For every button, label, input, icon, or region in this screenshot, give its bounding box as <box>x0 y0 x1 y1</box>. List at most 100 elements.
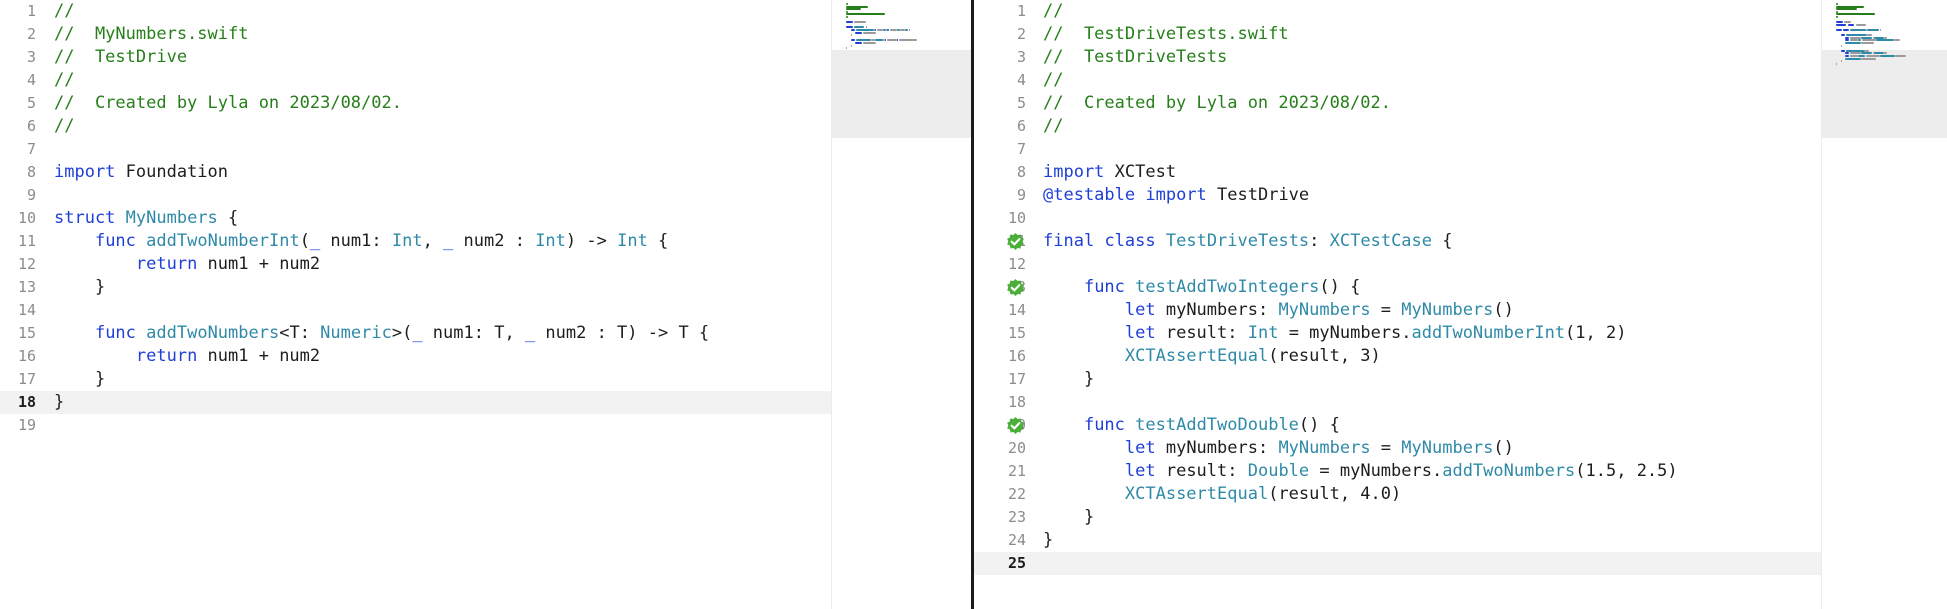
code-line[interactable]: 12 return num1 + num2 <box>0 253 831 276</box>
line-number: 8 <box>1016 163 1026 181</box>
code-line[interactable]: 1 // <box>0 0 831 23</box>
code-line[interactable]: 11final class TestDriveTests: XCTestCase… <box>974 230 1821 253</box>
minimap-code-mark <box>1861 42 1874 44</box>
code-line[interactable]: 5 // Created by Lyla on 2023/08/02. <box>974 92 1821 115</box>
code-line[interactable]: 21 let result: Double = myNumbers.addTwo… <box>974 460 1821 483</box>
code-token: () { <box>1319 277 1361 297</box>
code-token: (1.5, 2.5) <box>1575 461 1678 481</box>
minimap-code-mark <box>898 39 918 42</box>
code-line[interactable]: 25 <box>974 552 1821 575</box>
code-text: let result: Double = myNumbers.addTwoNum… <box>1043 460 1678 483</box>
code-line[interactable]: 18} <box>0 391 831 414</box>
code-line[interactable]: 4 // <box>974 69 1821 92</box>
code-line[interactable]: 12 <box>974 253 1821 276</box>
code-line[interactable]: 6 // <box>0 115 831 138</box>
code-line[interactable]: 9 <box>0 184 831 207</box>
code-line[interactable]: 5 // Created by Lyla on 2023/08/02. <box>0 92 831 115</box>
line-number: 6 <box>1016 117 1026 135</box>
code-line[interactable]: 2 // MyNumbers.swift <box>0 23 831 46</box>
minimap-code-mark <box>1836 62 1838 65</box>
code-line[interactable]: 19 <box>0 414 831 437</box>
code-line[interactable]: 14 let myNumbers: MyNumbers = MyNumbers(… <box>974 299 1821 322</box>
code-line[interactable]: 4 // <box>0 69 831 92</box>
code-line[interactable]: 9 @testable import TestDrive <box>974 184 1821 207</box>
code-text: return num1 + num2 <box>54 253 320 276</box>
code-line[interactable]: 16 return num1 + num2 <box>0 345 831 368</box>
code-token: Double <box>1247 461 1310 481</box>
minimap-code-mark <box>846 3 849 5</box>
code-text: // Created by Lyla on 2023/08/02. <box>54 92 402 115</box>
code-token: num2 : T) -> T { <box>535 323 710 343</box>
code-line[interactable]: 7 <box>0 138 831 161</box>
minimap-visible-region[interactable] <box>1822 50 1947 138</box>
right-code-editor[interactable]: 1 // 2 // TestDriveTests.swift 3 // TestDrive… <box>974 0 1821 609</box>
code-line[interactable]: 17 } <box>0 368 831 391</box>
line-number: 10 <box>17 209 36 227</box>
code-line[interactable]: 19 func testAddTwoDouble() { <box>974 414 1821 437</box>
code-line[interactable]: 20 let myNumbers: MyNumbers = MyNumbers(… <box>974 437 1821 460</box>
code-line[interactable]: 23 } <box>974 506 1821 529</box>
code-line[interactable]: 13 } <box>0 276 831 299</box>
line-number: 10 <box>1007 209 1026 227</box>
right-minimap[interactable] <box>1821 0 1947 609</box>
code-line[interactable]: 16 XCTAssertEqual(result, 3) <box>974 345 1821 368</box>
code-token: num1: T, <box>422 323 525 343</box>
left-code-editor[interactable]: 1 // 2 // MyNumbers.swift 3 // TestDrive 4 // 5 /… <box>0 0 831 609</box>
code-token: MyNumbers <box>1278 300 1371 320</box>
test-passed-icon[interactable] <box>1006 278 1025 297</box>
minimap-code-mark <box>854 21 866 24</box>
line-number: 4 <box>1016 71 1026 89</box>
code-line[interactable]: 10 <box>974 207 1821 230</box>
code-token: myNumbers: <box>1155 300 1279 320</box>
code-token: return <box>135 254 198 274</box>
minimap-code-mark <box>850 44 852 47</box>
line-number: 4 <box>26 71 36 89</box>
code-line[interactable]: 6 // <box>974 115 1821 138</box>
code-line[interactable]: 14 <box>0 299 831 322</box>
minimap-code-mark <box>1845 57 1862 60</box>
code-token: _ <box>309 231 321 251</box>
code-line[interactable]: 8 import Foundation <box>0 161 831 184</box>
line-number: 25 <box>1007 554 1026 572</box>
code-line[interactable]: 1 // <box>974 0 1821 23</box>
code-line[interactable]: 15 func addTwoNumbers<T: Numeric>(_ num1… <box>0 322 831 345</box>
code-line[interactable]: 3 // TestDriveTests <box>974 46 1821 69</box>
test-passed-icon[interactable] <box>1006 232 1025 251</box>
code-line[interactable]: 2 // TestDriveTests.swift <box>974 23 1821 46</box>
minimap-code-mark <box>850 29 856 31</box>
code-line[interactable]: 13 func testAddTwoIntegers() { <box>974 276 1821 299</box>
minimap-code-mark <box>885 39 887 42</box>
code-token: // <box>1043 1 1064 21</box>
code-line[interactable]: 15 let result: Int = myNumbers.addTwoNum… <box>974 322 1821 345</box>
code-line[interactable]: 18 <box>974 391 1821 414</box>
code-line[interactable]: 22 XCTAssertEqual(result, 4.0) <box>974 483 1821 506</box>
code-line[interactable]: 3 // TestDrive <box>0 46 831 69</box>
code-token: ( <box>299 231 310 251</box>
code-text: let myNumbers: MyNumbers = MyNumbers() <box>1043 437 1514 460</box>
left-minimap[interactable] <box>831 0 972 609</box>
code-token: // MyNumbers.swift <box>54 24 249 44</box>
minimap-visible-region[interactable] <box>832 50 972 138</box>
code-line[interactable]: 17 } <box>974 368 1821 391</box>
test-passed-icon[interactable] <box>1006 416 1025 435</box>
code-text: } <box>1043 529 1053 552</box>
code-line[interactable]: 10 struct MyNumbers { <box>0 207 831 230</box>
code-token: _ <box>412 323 423 343</box>
code-token: Int <box>1247 323 1279 343</box>
code-line[interactable]: 11 func addTwoNumberInt(_ num1: Int, _ n… <box>0 230 831 253</box>
code-line[interactable]: 24} <box>974 529 1821 552</box>
code-line[interactable]: 8 import XCTest <box>974 161 1821 184</box>
code-text: // <box>54 115 74 138</box>
code-token: addTwoNumbers <box>1442 461 1576 481</box>
code-token: MyNumbers <box>125 208 218 228</box>
code-line[interactable]: 7 <box>974 138 1821 161</box>
minimap-code-mark <box>1861 57 1877 60</box>
line-number: 24 <box>1007 531 1026 549</box>
code-text: func testAddTwoIntegers() { <box>1043 276 1360 299</box>
minimap-code-mark <box>1867 29 1879 31</box>
code-token: (result, 4.0) <box>1268 484 1402 504</box>
minimap-code-mark <box>1894 55 1907 57</box>
code-token: XCTAssertEqual <box>1124 484 1269 504</box>
